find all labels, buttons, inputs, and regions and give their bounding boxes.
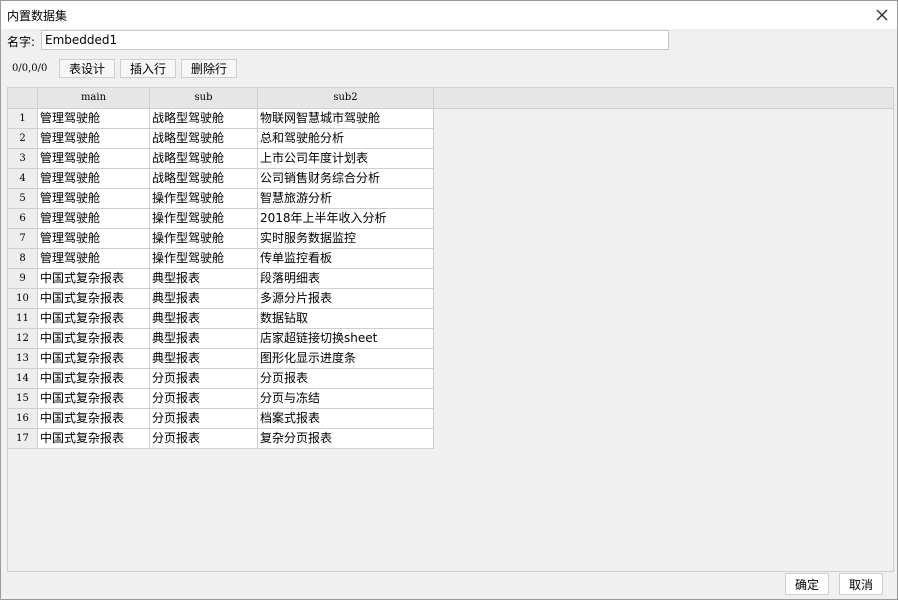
- delete-row-button[interactable]: 删除行: [181, 59, 237, 78]
- cell-main[interactable]: 管理驾驶舱: [38, 189, 150, 209]
- cell-main[interactable]: 管理驾驶舱: [38, 249, 150, 269]
- row-number-cell: 16: [8, 409, 38, 429]
- cell-main[interactable]: 管理驾驶舱: [38, 229, 150, 249]
- cell-sub2[interactable]: 段落明细表: [258, 269, 434, 289]
- cell-sub2[interactable]: 上市公司年度计划表: [258, 149, 434, 169]
- table-design-button[interactable]: 表设计: [59, 59, 115, 78]
- row-number-cell: 4: [8, 169, 38, 189]
- row-number-cell: 10: [8, 289, 38, 309]
- row-number-cell: 9: [8, 269, 38, 289]
- cell-sub[interactable]: 操作型驾驶舱: [150, 209, 258, 229]
- cell-main[interactable]: 中国式复杂报表: [38, 389, 150, 409]
- row-column-counter: 0/0,0/0: [12, 63, 48, 74]
- row-number-cell: 15: [8, 389, 38, 409]
- cell-main[interactable]: 中国式复杂报表: [38, 369, 150, 389]
- row-number-cell: 7: [8, 229, 38, 249]
- cell-sub2[interactable]: 多源分片报表: [258, 289, 434, 309]
- row-number-cell: 13: [8, 349, 38, 369]
- column-header-sub2[interactable]: sub2: [258, 88, 434, 108]
- cell-main[interactable]: 管理驾驶舱: [38, 129, 150, 149]
- cell-main[interactable]: 中国式复杂报表: [38, 409, 150, 429]
- cell-sub[interactable]: 分页报表: [150, 409, 258, 429]
- cell-sub2[interactable]: 档案式报表: [258, 409, 434, 429]
- cell-main[interactable]: 中国式复杂报表: [38, 429, 150, 449]
- cancel-button[interactable]: 取消: [839, 573, 883, 595]
- cell-sub2[interactable]: 2018年上半年收入分析: [258, 209, 434, 229]
- close-icon[interactable]: [873, 6, 891, 24]
- column-header-main[interactable]: main: [38, 88, 150, 108]
- corner-cell: [8, 88, 38, 108]
- cell-sub[interactable]: 操作型驾驶舱: [150, 229, 258, 249]
- cell-sub2[interactable]: 公司销售财务综合分析: [258, 169, 434, 189]
- cell-main[interactable]: 管理驾驶舱: [38, 149, 150, 169]
- cell-main[interactable]: 中国式复杂报表: [38, 309, 150, 329]
- row-number-cell: 2: [8, 129, 38, 149]
- embedded-dataset-dialog: 内置数据集 名字: 0/0,0/0 表设计 插入行 删除行 main sub s…: [0, 0, 898, 600]
- row-number-cell: 6: [8, 209, 38, 229]
- cell-sub2[interactable]: 物联网智慧城市驾驶舱: [258, 109, 434, 129]
- data-grid: main sub sub2 1 管理驾驶舱 战略型驾驶舱 物联网智慧城市驾驶舱 2 管理驾…: [7, 87, 894, 572]
- name-input[interactable]: [41, 30, 669, 50]
- row-number-cell: 11: [8, 309, 38, 329]
- cell-sub2[interactable]: 传单监控看板: [258, 249, 434, 269]
- row-number-cell: 17: [8, 429, 38, 449]
- cell-sub[interactable]: 分页报表: [150, 389, 258, 409]
- ok-button[interactable]: 确定: [785, 573, 829, 595]
- dialog-title: 内置数据集: [7, 9, 68, 23]
- cell-sub2[interactable]: 实时服务数据监控: [258, 229, 434, 249]
- cell-main[interactable]: 中国式复杂报表: [38, 289, 150, 309]
- name-label: 名字:: [7, 35, 36, 49]
- cell-sub2[interactable]: 智慧旅游分析: [258, 189, 434, 209]
- cell-sub[interactable]: 典型报表: [150, 309, 258, 329]
- cell-sub2[interactable]: 分页报表: [258, 369, 434, 389]
- cell-sub2[interactable]: 复杂分页报表: [258, 429, 434, 449]
- cell-main[interactable]: 中国式复杂报表: [38, 349, 150, 369]
- cell-sub[interactable]: 典型报表: [150, 289, 258, 309]
- row-number-cell: 1: [8, 109, 38, 129]
- cell-sub[interactable]: 战略型驾驶舱: [150, 149, 258, 169]
- cell-main[interactable]: 管理驾驶舱: [38, 169, 150, 189]
- row-number-cell: 5: [8, 189, 38, 209]
- row-number-cell: 14: [8, 369, 38, 389]
- cell-sub2[interactable]: 总和驾驶舱分析: [258, 129, 434, 149]
- cell-sub[interactable]: 分页报表: [150, 369, 258, 389]
- cell-sub[interactable]: 典型报表: [150, 349, 258, 369]
- cell-main[interactable]: 中国式复杂报表: [38, 329, 150, 349]
- cell-main[interactable]: 中国式复杂报表: [38, 269, 150, 289]
- cell-sub[interactable]: 操作型驾驶舱: [150, 189, 258, 209]
- row-number-cell: 3: [8, 149, 38, 169]
- cell-sub[interactable]: 典型报表: [150, 329, 258, 349]
- column-header-sub[interactable]: sub: [150, 88, 258, 108]
- insert-row-button[interactable]: 插入行: [120, 59, 176, 78]
- grid-header: main sub sub2: [8, 88, 893, 109]
- cell-sub[interactable]: 典型报表: [150, 269, 258, 289]
- cell-sub[interactable]: 操作型驾驶舱: [150, 249, 258, 269]
- cell-sub2[interactable]: 分页与冻结: [258, 389, 434, 409]
- cell-main[interactable]: 管理驾驶舱: [38, 109, 150, 129]
- row-number-cell: 12: [8, 329, 38, 349]
- cell-sub[interactable]: 战略型驾驶舱: [150, 169, 258, 189]
- title-bar: 内置数据集: [1, 1, 897, 29]
- cell-main[interactable]: 管理驾驶舱: [38, 209, 150, 229]
- cell-sub2[interactable]: 数据钻取: [258, 309, 434, 329]
- cell-sub2[interactable]: 店家超链接切换sheet: [258, 329, 434, 349]
- cell-sub[interactable]: 战略型驾驶舱: [150, 109, 258, 129]
- cell-sub[interactable]: 分页报表: [150, 429, 258, 449]
- cell-sub2[interactable]: 图形化显示进度条: [258, 349, 434, 369]
- cell-sub[interactable]: 战略型驾驶舱: [150, 129, 258, 149]
- row-number-cell: 8: [8, 249, 38, 269]
